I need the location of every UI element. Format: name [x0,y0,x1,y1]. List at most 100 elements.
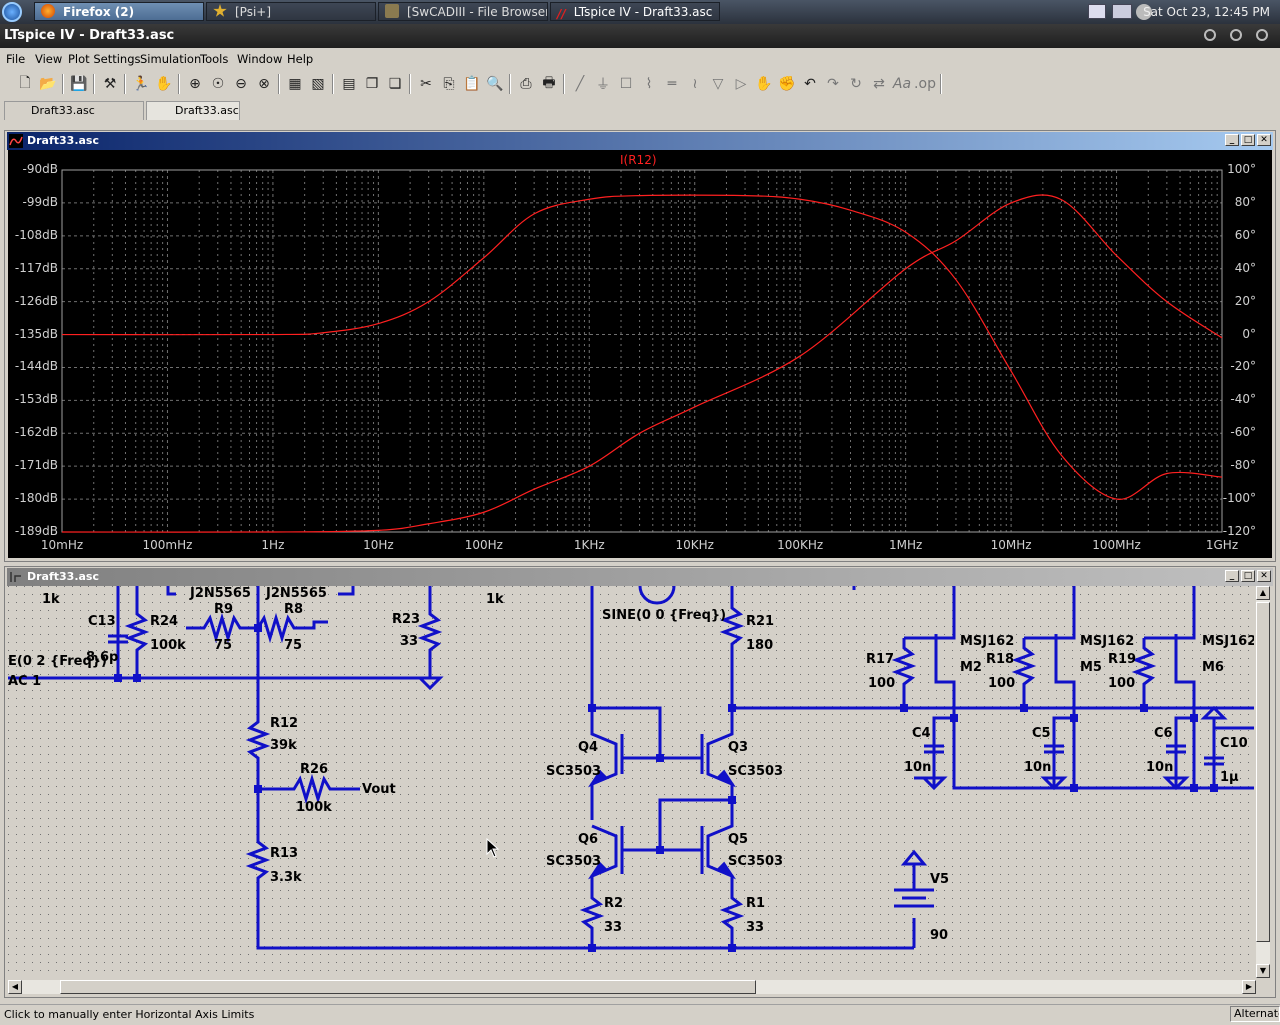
scroll-right-button[interactable]: ▶ [1242,980,1256,994]
mirror-icon[interactable]: ⇄ [868,73,890,95]
schematic-label[interactable]: SC3503 [728,854,783,869]
menu-simulation[interactable]: Simulation [140,52,201,66]
print-setup-icon[interactable]: ⎙ [515,73,537,95]
schematic-label[interactable]: 100 [1108,676,1135,691]
schematic-label[interactable]: 180 [746,638,773,653]
scroll-down-button[interactable]: ▼ [1256,964,1270,978]
menu-file[interactable]: File [6,52,25,66]
print-icon[interactable]: 🖶 [538,73,560,95]
schematic-label[interactable]: R26 [300,762,328,777]
schematic-label[interactable]: R23 [392,612,420,627]
schematic-label[interactable]: 10n [1146,760,1173,775]
schematic-canvas[interactable]: 1k C13 R24 8.6p 100k J2N5565 J2N5565 R9 R8 75 75 R2… [8,586,1254,978]
schematic-label[interactable]: 33 [604,920,622,935]
schematic-label[interactable]: J2N5565 [190,586,251,601]
schematic-label[interactable]: R24 [150,614,178,629]
schematic-label[interactable]: 1µ [1220,770,1239,785]
cut-icon[interactable]: ✂ [415,73,437,95]
cascade-icon[interactable]: ❐ [361,73,383,95]
schematic-label[interactable]: 75 [214,638,232,653]
schematic-label[interactable]: 90 [930,928,948,943]
network-icon[interactable] [1088,4,1106,19]
schematic-label[interactable]: R8 [284,602,303,617]
window-titlebar[interactable]: LTspice IV - Draft33.asc [0,24,1280,48]
schematic-label[interactable]: AC 1 [8,674,41,689]
clock[interactable]: Sat Oct 23, 12:45 PM [1137,0,1280,24]
schematic-label[interactable]: Q6 [578,832,598,847]
rotate-icon[interactable]: ↻ [845,73,867,95]
zoom-out-icon[interactable]: ⊖ [230,73,252,95]
trace-phase[interactable] [61,194,1223,533]
plot-svg[interactable] [8,150,1272,558]
trace-label[interactable]: I(R12) [620,153,657,167]
resistor-icon[interactable]: ⌇ [638,73,660,95]
undo-icon[interactable]: ↶ [799,73,821,95]
schematic-horizontal-scrollbar[interactable]: ◀ ▶ [8,980,1256,994]
schematic-label[interactable]: 75 [284,638,302,653]
pan-icon[interactable]: ☉ [207,73,229,95]
scroll-up-button[interactable]: ▲ [1256,586,1270,600]
schematic-minimize-button[interactable]: _ [1225,570,1239,582]
save-icon[interactable]: 💾 [68,73,90,95]
schematic-label[interactable]: R17 [866,652,894,667]
wire-icon[interactable]: ╱ [569,73,591,95]
move-icon[interactable]: ✋ [753,73,775,95]
add-plot-pane-icon[interactable]: ▧ [307,73,329,95]
schematic-label[interactable]: 3.3k [270,870,302,885]
schematic-label[interactable]: 39k [270,738,297,753]
schematic-label[interactable]: SINE(0 0 {Freq}) [602,608,726,623]
schematic-label[interactable]: 33 [746,920,764,935]
schematic-label[interactable]: 100 [988,676,1015,691]
diode-icon[interactable]: ▽ [707,73,729,95]
close-button[interactable] [1256,29,1268,41]
plot-restore-button[interactable]: □ [1241,134,1255,146]
schematic-label[interactable]: R12 [270,716,298,731]
schematic-label[interactable]: SC3503 [546,764,601,779]
drag-icon[interactable]: ✊ [776,73,798,95]
schematic-label[interactable]: Vout [362,782,396,797]
schematic-window-titlebar[interactable]: Draft33.asc _ □ ✕ [7,568,1273,586]
schematic-label[interactable]: Q4 [578,740,598,755]
schematic-label[interactable]: 10n [904,760,931,775]
schematic-label[interactable]: 1k [42,592,60,607]
ground-icon[interactable]: ⏚ [592,73,614,95]
taskbar-task-firefox[interactable]: Firefox (2) [34,2,204,21]
zoom-cancel-icon[interactable]: ⊗ [253,73,275,95]
plot-close-button[interactable]: ✕ [1257,134,1271,146]
schematic-label[interactable]: 100k [150,638,186,653]
scroll-thumb[interactable] [1256,602,1270,942]
start-menu-icon[interactable] [2,2,22,22]
schematic-vertical-scrollbar[interactable]: ▲ ▼ [1256,586,1270,978]
find-icon[interactable]: 🔍 [484,73,506,95]
maximize-button[interactable] [1230,29,1242,41]
tile-horizontal-icon[interactable]: ▤ [338,73,360,95]
spice-directive-icon[interactable]: .op [914,73,936,95]
autorange-icon[interactable]: ▦ [284,73,306,95]
menu-window[interactable]: Window [237,52,282,66]
redo-icon[interactable]: ↷ [822,73,844,95]
monitor-icon[interactable] [1112,4,1132,19]
schematic-label[interactable]: 100k [296,800,332,815]
schematic-restore-button[interactable]: □ [1241,570,1255,582]
schematic-label[interactable]: R9 [214,602,233,617]
schematic-label[interactable]: R2 [604,896,623,911]
control-panel-icon[interactable]: ⚒ [99,73,121,95]
new-schematic-icon[interactable]: 🗋 [14,73,36,95]
schematic-label[interactable]: R21 [746,614,774,629]
open-icon[interactable]: 📂 [37,73,59,95]
copy-icon[interactable]: ⎘ [438,73,460,95]
menu-help[interactable]: Help [287,52,313,66]
menu-tools[interactable]: Tools [200,52,228,66]
trace-magnitude[interactable] [61,194,1223,500]
schematic-label[interactable]: 10n [1024,760,1051,775]
schematic-label[interactable]: C6 [1154,726,1173,741]
schematic-label[interactable]: 1k [486,592,504,607]
waveform-plot[interactable]: I(R12) -90dB -99dB -108dB -117dB -126dB -135d… [8,150,1272,558]
schematic-label[interactable]: C4 [912,726,931,741]
menu-plot-settings[interactable]: Plot Settings [68,52,141,66]
schematic-close-button[interactable]: ✕ [1257,570,1271,582]
paste-icon[interactable]: 📋 [461,73,483,95]
schematic-label[interactable]: R19 [1108,652,1136,667]
schematic-label[interactable]: M6 [1202,660,1224,675]
schematic-label[interactable]: R13 [270,846,298,861]
